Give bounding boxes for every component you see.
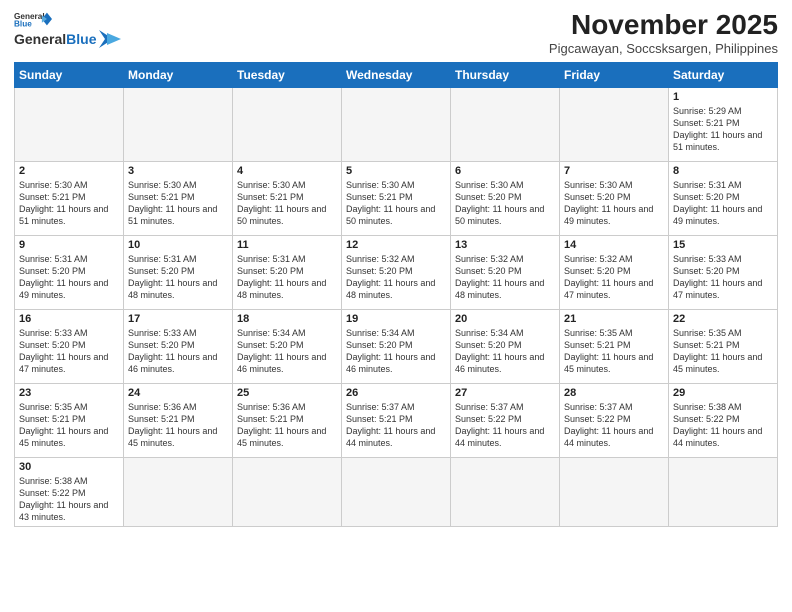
header: General Blue General Blue November 2025 …	[14, 10, 778, 56]
day-8: 8 Sunrise: 5:31 AMSunset: 5:20 PMDayligh…	[669, 161, 778, 235]
week-row-4: 16 Sunrise: 5:33 AMSunset: 5:20 PMDaylig…	[15, 309, 778, 383]
day-25: 25 Sunrise: 5:36 AMSunset: 5:21 PMDaylig…	[233, 383, 342, 457]
header-saturday: Saturday	[669, 62, 778, 87]
logo: General Blue General Blue	[14, 10, 121, 48]
day-17: 17 Sunrise: 5:33 AMSunset: 5:20 PMDaylig…	[124, 309, 233, 383]
header-sunday: Sunday	[15, 62, 124, 87]
week-row-5: 23 Sunrise: 5:35 AMSunset: 5:21 PMDaylig…	[15, 383, 778, 457]
day-4: 4 Sunrise: 5:30 AMSunset: 5:21 PMDayligh…	[233, 161, 342, 235]
day-14: 14 Sunrise: 5:32 AMSunset: 5:20 PMDaylig…	[560, 235, 669, 309]
day-1: 1 Sunrise: 5:29 AMSunset: 5:21 PMDayligh…	[669, 87, 778, 161]
calendar-title: November 2025	[549, 10, 778, 41]
day-7: 7 Sunrise: 5:30 AMSunset: 5:20 PMDayligh…	[560, 161, 669, 235]
calendar-subtitle: Pigcawayan, Soccsksargen, Philippines	[549, 41, 778, 56]
day-12: 12 Sunrise: 5:32 AMSunset: 5:20 PMDaylig…	[342, 235, 451, 309]
day-23: 23 Sunrise: 5:35 AMSunset: 5:21 PMDaylig…	[15, 383, 124, 457]
day-28: 28 Sunrise: 5:37 AMSunset: 5:22 PMDaylig…	[560, 383, 669, 457]
day-26: 26 Sunrise: 5:37 AMSunset: 5:21 PMDaylig…	[342, 383, 451, 457]
header-tuesday: Tuesday	[233, 62, 342, 87]
day-19: 19 Sunrise: 5:34 AMSunset: 5:20 PMDaylig…	[342, 309, 451, 383]
day-empty-3	[233, 87, 342, 161]
day-11: 11 Sunrise: 5:31 AMSunset: 5:20 PMDaylig…	[233, 235, 342, 309]
logo-blue: Blue	[66, 31, 96, 47]
calendar-table: Sunday Monday Tuesday Wednesday Thursday…	[14, 62, 778, 528]
svg-text:Blue: Blue	[14, 20, 32, 28]
day-15: 15 Sunrise: 5:33 AMSunset: 5:20 PMDaylig…	[669, 235, 778, 309]
day-9: 9 Sunrise: 5:31 AMSunset: 5:20 PMDayligh…	[15, 235, 124, 309]
logo-icon-shape	[99, 30, 121, 48]
day-empty-11	[560, 457, 669, 527]
day-22: 22 Sunrise: 5:35 AMSunset: 5:21 PMDaylig…	[669, 309, 778, 383]
logo-general: General	[14, 31, 66, 47]
day-empty-9	[342, 457, 451, 527]
page: General Blue General Blue November 2025 …	[0, 0, 792, 612]
title-block: November 2025 Pigcawayan, Soccsksargen, …	[549, 10, 778, 56]
logo-svg: General Blue	[14, 10, 52, 28]
day-empty-8	[233, 457, 342, 527]
day-13: 13 Sunrise: 5:32 AMSunset: 5:20 PMDaylig…	[451, 235, 560, 309]
header-wednesday: Wednesday	[342, 62, 451, 87]
day-6: 6 Sunrise: 5:30 AMSunset: 5:20 PMDayligh…	[451, 161, 560, 235]
day-20: 20 Sunrise: 5:34 AMSunset: 5:20 PMDaylig…	[451, 309, 560, 383]
day-18: 18 Sunrise: 5:34 AMSunset: 5:20 PMDaylig…	[233, 309, 342, 383]
day-2: 2 Sunrise: 5:30 AMSunset: 5:21 PMDayligh…	[15, 161, 124, 235]
day-empty-6	[560, 87, 669, 161]
day-16: 16 Sunrise: 5:33 AMSunset: 5:20 PMDaylig…	[15, 309, 124, 383]
day-29: 29 Sunrise: 5:38 AMSunset: 5:22 PMDaylig…	[669, 383, 778, 457]
week-row-3: 9 Sunrise: 5:31 AMSunset: 5:20 PMDayligh…	[15, 235, 778, 309]
day-21: 21 Sunrise: 5:35 AMSunset: 5:21 PMDaylig…	[560, 309, 669, 383]
day-30: 30 Sunrise: 5:38 AMSunset: 5:22 PMDaylig…	[15, 457, 124, 527]
weekday-header-row: Sunday Monday Tuesday Wednesday Thursday…	[15, 62, 778, 87]
day-empty-5	[451, 87, 560, 161]
day-empty-7	[124, 457, 233, 527]
header-monday: Monday	[124, 62, 233, 87]
week-row-2: 2 Sunrise: 5:30 AMSunset: 5:21 PMDayligh…	[15, 161, 778, 235]
day-empty-10	[451, 457, 560, 527]
day-5: 5 Sunrise: 5:30 AMSunset: 5:21 PMDayligh…	[342, 161, 451, 235]
day-3: 3 Sunrise: 5:30 AMSunset: 5:21 PMDayligh…	[124, 161, 233, 235]
header-friday: Friday	[560, 62, 669, 87]
week-row-1: 1 Sunrise: 5:29 AMSunset: 5:21 PMDayligh…	[15, 87, 778, 161]
day-empty-1	[15, 87, 124, 161]
day-10: 10 Sunrise: 5:31 AMSunset: 5:20 PMDaylig…	[124, 235, 233, 309]
day-27: 27 Sunrise: 5:37 AMSunset: 5:22 PMDaylig…	[451, 383, 560, 457]
day-empty-2	[124, 87, 233, 161]
day-empty-12	[669, 457, 778, 527]
day-24: 24 Sunrise: 5:36 AMSunset: 5:21 PMDaylig…	[124, 383, 233, 457]
header-thursday: Thursday	[451, 62, 560, 87]
week-row-6: 30 Sunrise: 5:38 AMSunset: 5:22 PMDaylig…	[15, 457, 778, 527]
day-empty-4	[342, 87, 451, 161]
